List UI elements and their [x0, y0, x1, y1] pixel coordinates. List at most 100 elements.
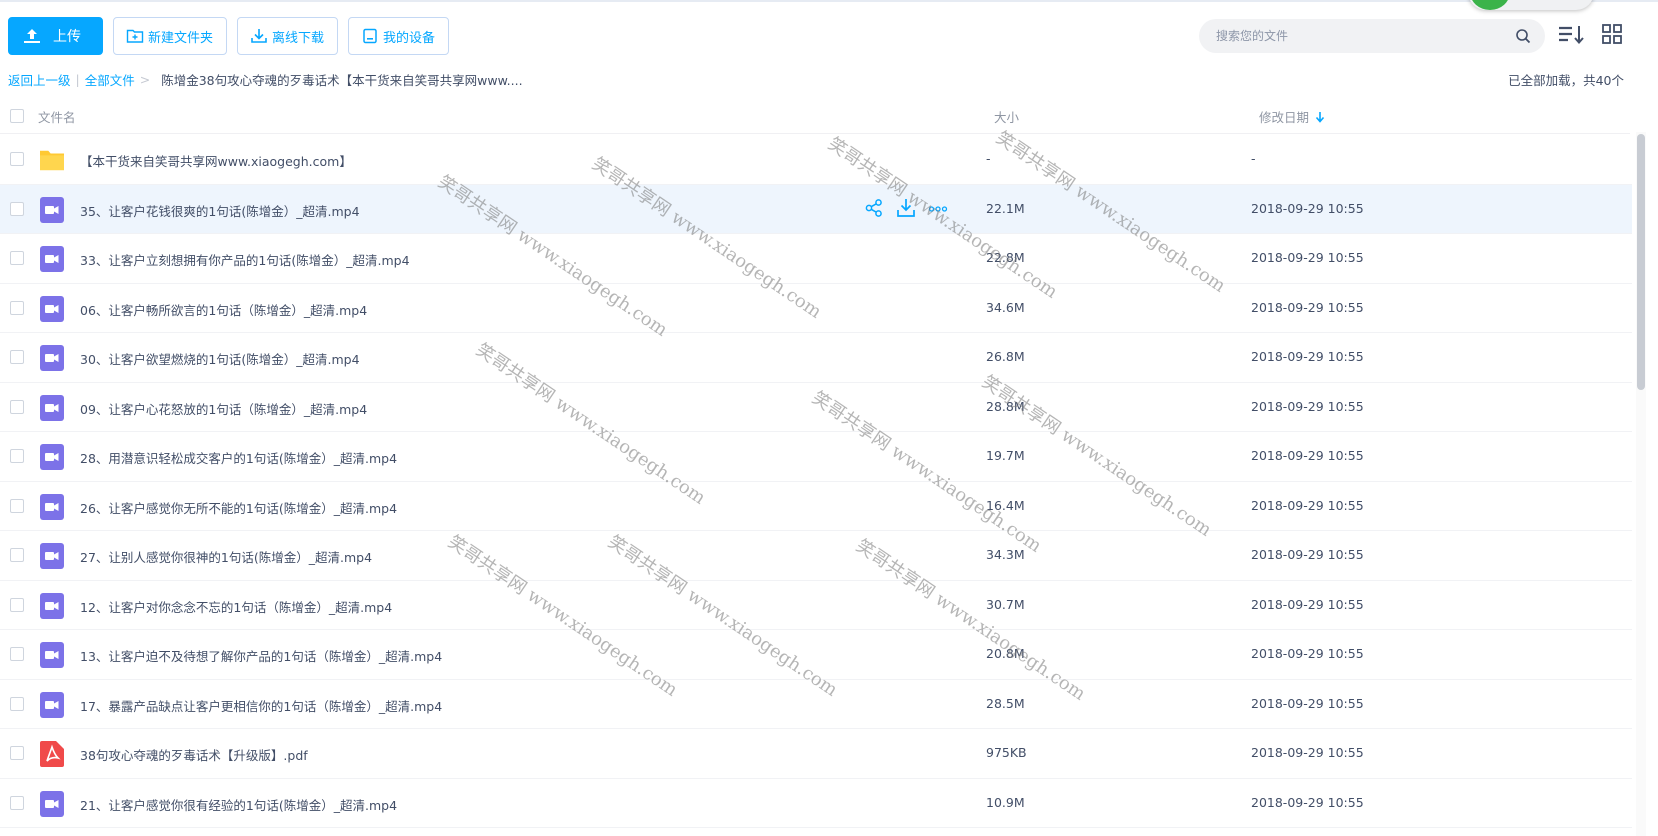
- table-row[interactable]: 17、暴露产品缺点让客户更相信你的1句话（陈增金）_超清.mp4 28.5M 2…: [0, 680, 1632, 729]
- video-file-icon: [40, 493, 64, 520]
- file-name[interactable]: 26、让客户感觉你无所不能的1句话(陈增金）_超清.mp4: [80, 498, 397, 517]
- row-checkbox[interactable]: [10, 449, 24, 463]
- table-row[interactable]: 35、让客户花钱很爽的1句话(陈增金）_超清.mp4 22.1M 2018-09…: [0, 184, 1632, 234]
- video-file-icon: [40, 246, 64, 272]
- new-folder-button[interactable]: 新建文件夹: [113, 17, 228, 55]
- video-file-icon: [40, 345, 64, 371]
- row-checkbox[interactable]: [10, 647, 24, 661]
- table-row[interactable]: 33、让客户立刻想拥有你产品的1句话(陈增金）_超清.mp4 22.8M 201…: [0, 234, 1632, 284]
- device-icon: [363, 28, 377, 44]
- file-name[interactable]: 09、让客户心花怒放的1句话（陈增金）_超清.mp4: [80, 399, 367, 418]
- file-name[interactable]: 17、暴露产品缺点让客户更相信你的1句话（陈增金）_超清.mp4: [80, 696, 442, 715]
- table-row[interactable]: 27、让别人感觉你很神的1句话(陈增金）_超清.mp4 34.3M 2018-0…: [0, 531, 1632, 581]
- my-devices-button[interactable]: 我的设备: [348, 17, 450, 55]
- video-file-icon: [40, 295, 64, 322]
- file-name[interactable]: 06、让客户畅所欲言的1句话（陈增金）_超清.mp4: [80, 300, 367, 319]
- table-row[interactable]: 30、让客户欲望燃烧的1句话(陈增金）_超清.mp4 26.8M 2018-09…: [0, 333, 1632, 383]
- file-name[interactable]: 38句攻心夺魂的歹毒话术【升级版】.pdf: [80, 745, 308, 764]
- all-files-link[interactable]: 全部文件: [85, 70, 135, 89]
- breadcrumb-separator: |: [75, 72, 80, 87]
- column-name[interactable]: 文件名: [38, 107, 76, 126]
- file-date: -: [1251, 151, 1256, 166]
- upload-label: 上传: [53, 29, 81, 45]
- row-checkbox[interactable]: [10, 548, 24, 562]
- file-date: 2018-09-29 10:55: [1251, 695, 1364, 711]
- file-size: 16.4M: [986, 497, 1025, 513]
- table-row[interactable]: 28、用潜意识轻松成交客户的1句话(陈增金）_超清.mp4 19.7M 2018…: [0, 432, 1632, 482]
- scrollbar-thumb[interactable]: [1637, 134, 1645, 390]
- file-size: 22.1M: [986, 200, 1025, 216]
- file-size: 20.8M: [986, 646, 1025, 661]
- current-folder: 陈增金38句攻心夺魂的歹毒话术【本干货来自笑哥共享网www....: [161, 73, 523, 88]
- search-icon[interactable]: [1515, 28, 1531, 44]
- download-icon: [251, 29, 267, 43]
- share-icon[interactable]: [864, 198, 884, 218]
- row-checkbox[interactable]: [10, 498, 24, 513]
- file-date: 2018-09-29 10:55: [1251, 200, 1364, 216]
- file-name[interactable]: 13、让客户迫不及待想了解你产品的1句话（陈增金）_超清.mp4: [80, 646, 442, 665]
- column-size[interactable]: 大小: [994, 107, 1019, 126]
- row-checkbox[interactable]: [10, 300, 24, 315]
- pdf-file-icon: [40, 741, 64, 767]
- floating-widget[interactable]: [1468, 0, 1594, 10]
- file-size: 10.9M: [986, 794, 1025, 810]
- offline-download-button[interactable]: 离线下载: [237, 17, 339, 55]
- table-row[interactable]: 09、让客户心花怒放的1句话（陈增金）_超清.mp4 28.8M 2018-09…: [0, 383, 1632, 432]
- file-name[interactable]: 28、用潜意识轻松成交客户的1句话(陈增金）_超清.mp4: [80, 448, 397, 467]
- row-checkbox[interactable]: [10, 399, 24, 414]
- download-icon[interactable]: [896, 198, 916, 218]
- grid-view-icon[interactable]: [1602, 24, 1622, 44]
- top-divider: [0, 0, 1658, 2]
- file-size: 34.3M: [986, 547, 1025, 562]
- file-size: 28.8M: [986, 398, 1025, 414]
- search-input[interactable]: [1216, 29, 1515, 43]
- row-checkbox[interactable]: [10, 350, 24, 364]
- toolbar: 上传 新建文件夹 离线下载 我的设备: [8, 17, 450, 55]
- new-folder-label: 新建文件夹: [148, 30, 214, 46]
- row-checkbox[interactable]: [10, 251, 24, 265]
- file-size: 975KB: [986, 745, 1027, 760]
- search-box: [1199, 19, 1545, 53]
- file-date: 2018-09-29 10:55: [1251, 497, 1364, 513]
- row-checkbox[interactable]: [10, 746, 24, 760]
- sort-desc-icon: [1315, 111, 1325, 123]
- table-row[interactable]: 12、让客户对你念念不忘的1句话（陈增金）_超清.mp4 30.7M 2018-…: [0, 581, 1632, 630]
- select-all-checkbox[interactable]: [10, 109, 24, 123]
- offline-download-label: 离线下载: [272, 30, 325, 46]
- file-size: 26.8M: [986, 349, 1025, 364]
- table-row[interactable]: 21、让客户感觉你很有经验的1句话(陈增金）_超清.mp4 10.9M 2018…: [0, 779, 1632, 828]
- row-checkbox[interactable]: [10, 696, 24, 711]
- new-folder-icon: [126, 29, 144, 43]
- table-header: 文件名 大小 修改日期: [0, 98, 1630, 134]
- table-row[interactable]: 13、让客户迫不及待想了解你产品的1句话（陈增金）_超清.mp4 20.8M 2…: [0, 630, 1632, 680]
- file-date: 2018-09-29 10:55: [1251, 745, 1364, 760]
- column-date[interactable]: 修改日期: [1259, 107, 1325, 126]
- video-file-icon: [40, 196, 64, 223]
- breadcrumb: 返回上一级 | 全部文件 > 陈增金38句攻心夺魂的歹毒话术【本干货来自笑哥共享…: [8, 70, 523, 89]
- row-checkbox[interactable]: [10, 597, 24, 612]
- file-date: 2018-09-29 10:55: [1251, 398, 1364, 414]
- file-name[interactable]: 33、让客户立刻想拥有你产品的1句话(陈增金）_超清.mp4: [80, 250, 410, 269]
- row-checkbox[interactable]: [10, 152, 24, 166]
- table-row[interactable]: 06、让客户畅所欲言的1句话（陈增金）_超清.mp4 34.6M 2018-09…: [0, 284, 1632, 333]
- row-checkbox[interactable]: [10, 201, 24, 216]
- row-checkbox[interactable]: [10, 795, 24, 810]
- back-link[interactable]: 返回上一级: [8, 70, 71, 89]
- file-name[interactable]: 35、让客户花钱很爽的1句话(陈增金）_超清.mp4: [80, 201, 360, 220]
- video-file-icon: [40, 790, 64, 817]
- table-row[interactable]: 26、让客户感觉你无所不能的1句话(陈增金）_超清.mp4 16.4M 2018…: [0, 482, 1632, 531]
- sort-icon[interactable]: [1557, 23, 1585, 47]
- table-row[interactable]: 【本干货来自笑哥共享网www.xiaogegh.com】 - -: [0, 135, 1632, 185]
- table-row[interactable]: 38句攻心夺魂的歹毒话术【升级版】.pdf 975KB 2018-09-29 1…: [0, 729, 1632, 779]
- more-icon[interactable]: [928, 198, 948, 218]
- file-name[interactable]: 【本干货来自笑哥共享网www.xiaogegh.com】: [80, 151, 352, 170]
- upload-button[interactable]: 上传: [8, 17, 103, 55]
- file-name[interactable]: 21、让客户感觉你很有经验的1句话(陈增金）_超清.mp4: [80, 795, 397, 814]
- file-date: 2018-09-29 10:55: [1251, 299, 1364, 315]
- file-name[interactable]: 27、让别人感觉你很神的1句话(陈增金）_超清.mp4: [80, 547, 372, 566]
- my-devices-label: 我的设备: [383, 30, 436, 46]
- video-file-icon: [40, 444, 64, 470]
- file-name[interactable]: 12、让客户对你念念不忘的1句话（陈增金）_超清.mp4: [80, 597, 392, 616]
- upload-icon: [24, 29, 40, 43]
- file-name[interactable]: 30、让客户欲望燃烧的1句话(陈增金）_超清.mp4: [80, 349, 360, 368]
